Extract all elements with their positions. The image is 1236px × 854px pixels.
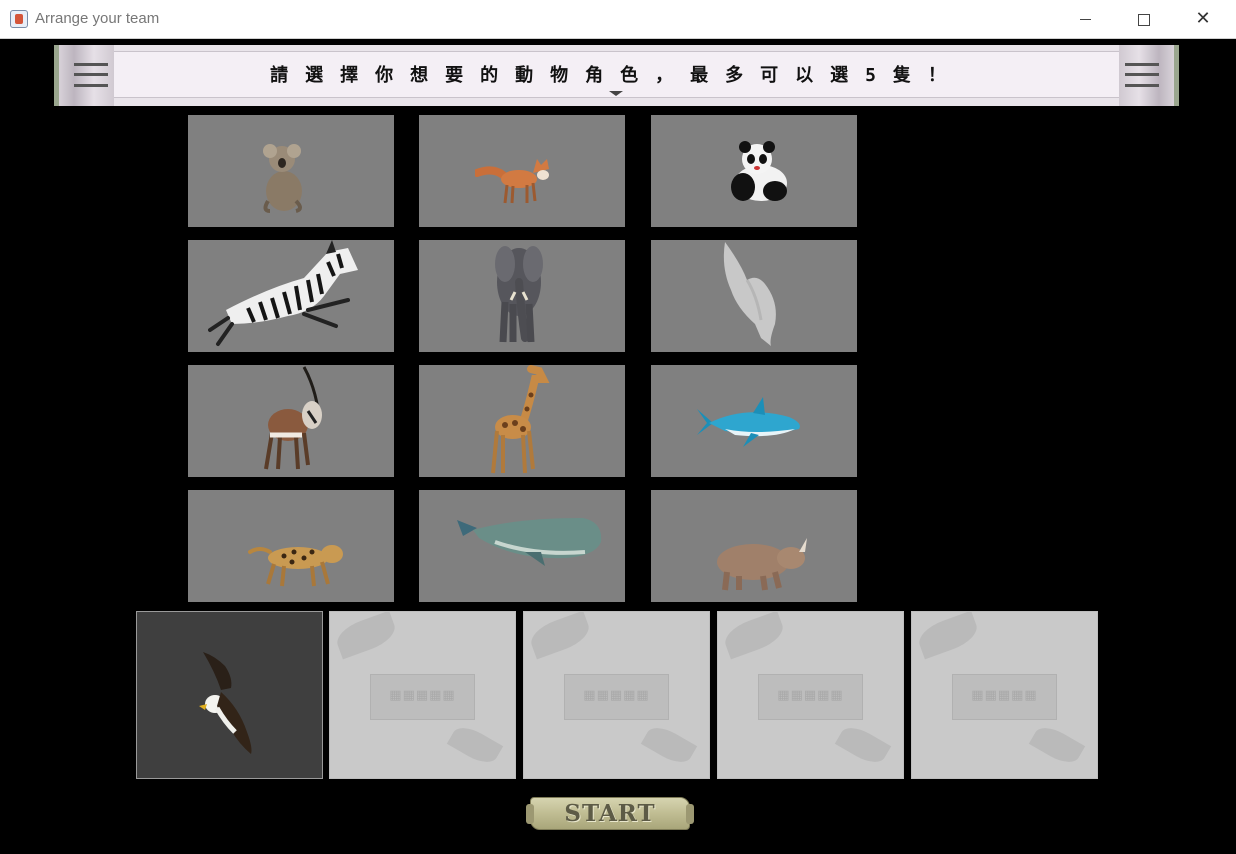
animal-tile-seagull[interactable]	[651, 240, 857, 352]
animal-tile-panda[interactable]	[651, 115, 857, 227]
animal-tile-jaguar[interactable]	[188, 490, 394, 602]
maximize-icon	[1138, 13, 1150, 26]
rhino-icon	[717, 538, 807, 591]
slot-placeholder-sign-text: ▦▦▦▦▦	[583, 688, 650, 703]
slot-placeholder-sign: ▦▦▦▦▦	[564, 674, 669, 720]
shark-icon	[697, 397, 800, 447]
window-title-bar: Arrange your team ✕	[0, 0, 1236, 39]
animal-tile-giraffe[interactable]	[419, 365, 625, 477]
instruction-banner: 請選擇你想要的動物角色，最多可以選5隻！	[54, 45, 1179, 106]
slot-placeholder-leaf	[332, 612, 400, 660]
panda-icon	[731, 141, 787, 201]
slot-placeholder-leaf	[914, 612, 982, 660]
team-slot-2[interactable]: ▦▦▦▦▦	[329, 611, 516, 779]
banner-notch-icon	[609, 91, 623, 96]
minimize-icon	[1079, 19, 1091, 20]
giraffe-icon	[491, 365, 550, 474]
slot-placeholder-leaf	[446, 721, 504, 769]
team-slot-5[interactable]: ▦▦▦▦▦	[911, 611, 1098, 779]
animal-tile-shark[interactable]	[651, 365, 857, 477]
team-slot-4[interactable]: ▦▦▦▦▦	[717, 611, 904, 779]
animal-tile-koala[interactable]	[188, 115, 394, 227]
banner-ornament-icon	[74, 63, 108, 87]
slot-placeholder-sign: ▦▦▦▦▦	[370, 674, 475, 720]
animal-tile-elephant[interactable]	[419, 240, 625, 352]
banner-text: 請選擇你想要的動物角色，最多可以選5隻！	[270, 65, 963, 86]
window-title: Arrange your team	[35, 10, 160, 27]
slot-placeholder-sign-text: ▦▦▦▦▦	[777, 688, 844, 703]
seagull-icon	[723, 242, 776, 346]
slot-placeholder-sign-text: ▦▦▦▦▦	[971, 688, 1038, 703]
eagle-icon	[199, 652, 252, 754]
animal-tile-fox[interactable]	[419, 115, 625, 227]
jaguar-icon	[248, 545, 343, 587]
fox-icon	[475, 159, 549, 204]
maximize-button[interactable]	[1115, 0, 1173, 38]
close-button[interactable]: ✕	[1174, 0, 1232, 38]
minimize-button[interactable]	[1056, 0, 1114, 38]
animal-tile-oryx[interactable]	[188, 365, 394, 477]
animal-tile-sperm-whale[interactable]	[419, 490, 625, 602]
slot-placeholder-sign: ▦▦▦▦▦	[952, 674, 1057, 720]
whale-icon	[457, 518, 602, 566]
slot-placeholder-leaf	[526, 612, 594, 660]
slot-placeholder-leaf	[640, 721, 698, 769]
slot-placeholder-leaf	[1028, 721, 1086, 769]
java-icon	[10, 10, 28, 28]
oryx-icon	[264, 366, 322, 470]
slot-placeholder-sign-text: ▦▦▦▦▦	[389, 688, 456, 703]
zebra-icon	[208, 240, 358, 346]
slot-placeholder-sign: ▦▦▦▦▦	[758, 674, 863, 720]
start-button-label: START	[564, 800, 656, 827]
team-slot-1[interactable]	[136, 611, 323, 779]
team-slot-3[interactable]: ▦▦▦▦▦	[523, 611, 710, 779]
animal-tile-zebra[interactable]	[188, 240, 394, 352]
banner-ornament-icon	[1125, 63, 1159, 87]
slot-placeholder-leaf	[720, 612, 788, 660]
close-icon: ✕	[1195, 8, 1211, 29]
elephant-icon	[495, 246, 543, 343]
animal-tile-rhino[interactable]	[651, 490, 857, 602]
koala-icon	[263, 144, 302, 213]
start-button[interactable]: START	[526, 797, 694, 830]
slot-placeholder-leaf	[834, 721, 892, 769]
